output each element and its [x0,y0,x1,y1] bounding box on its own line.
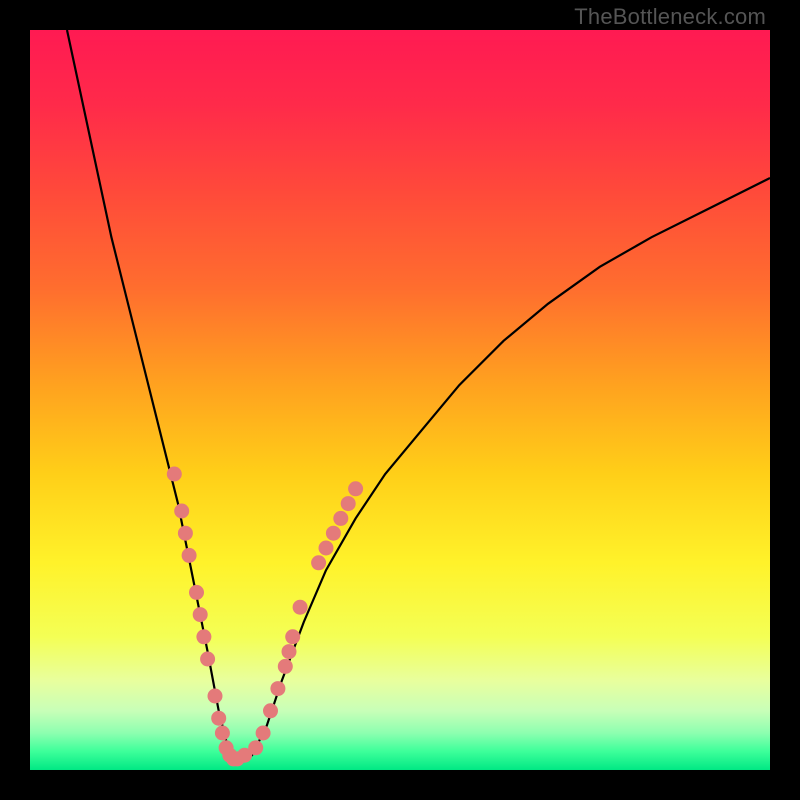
sample-point [196,629,211,644]
watermark-text: TheBottleneck.com [574,4,766,30]
sample-point [178,526,193,541]
sample-point [263,703,278,718]
sample-point [293,600,308,615]
sample-point [174,504,189,519]
sample-point [248,740,263,755]
sample-point [285,629,300,644]
sample-point [278,659,293,674]
plot-area [30,30,770,770]
sample-point [326,526,341,541]
sample-point [256,726,271,741]
sample-point [348,481,363,496]
sample-point [211,711,226,726]
sample-point [167,467,182,482]
sample-point [282,644,297,659]
sample-point [208,689,223,704]
sample-point [311,555,326,570]
sample-point [182,548,197,563]
sample-point [189,585,204,600]
sample-point [319,541,334,556]
chart-frame: TheBottleneck.com [0,0,800,800]
sample-markers [167,467,363,767]
sample-point [200,652,215,667]
bottleneck-curve [67,30,770,763]
sample-point [333,511,348,526]
sample-point [215,726,230,741]
curve-layer [30,30,770,770]
sample-point [270,681,285,696]
sample-point [193,607,208,622]
sample-point [341,496,356,511]
